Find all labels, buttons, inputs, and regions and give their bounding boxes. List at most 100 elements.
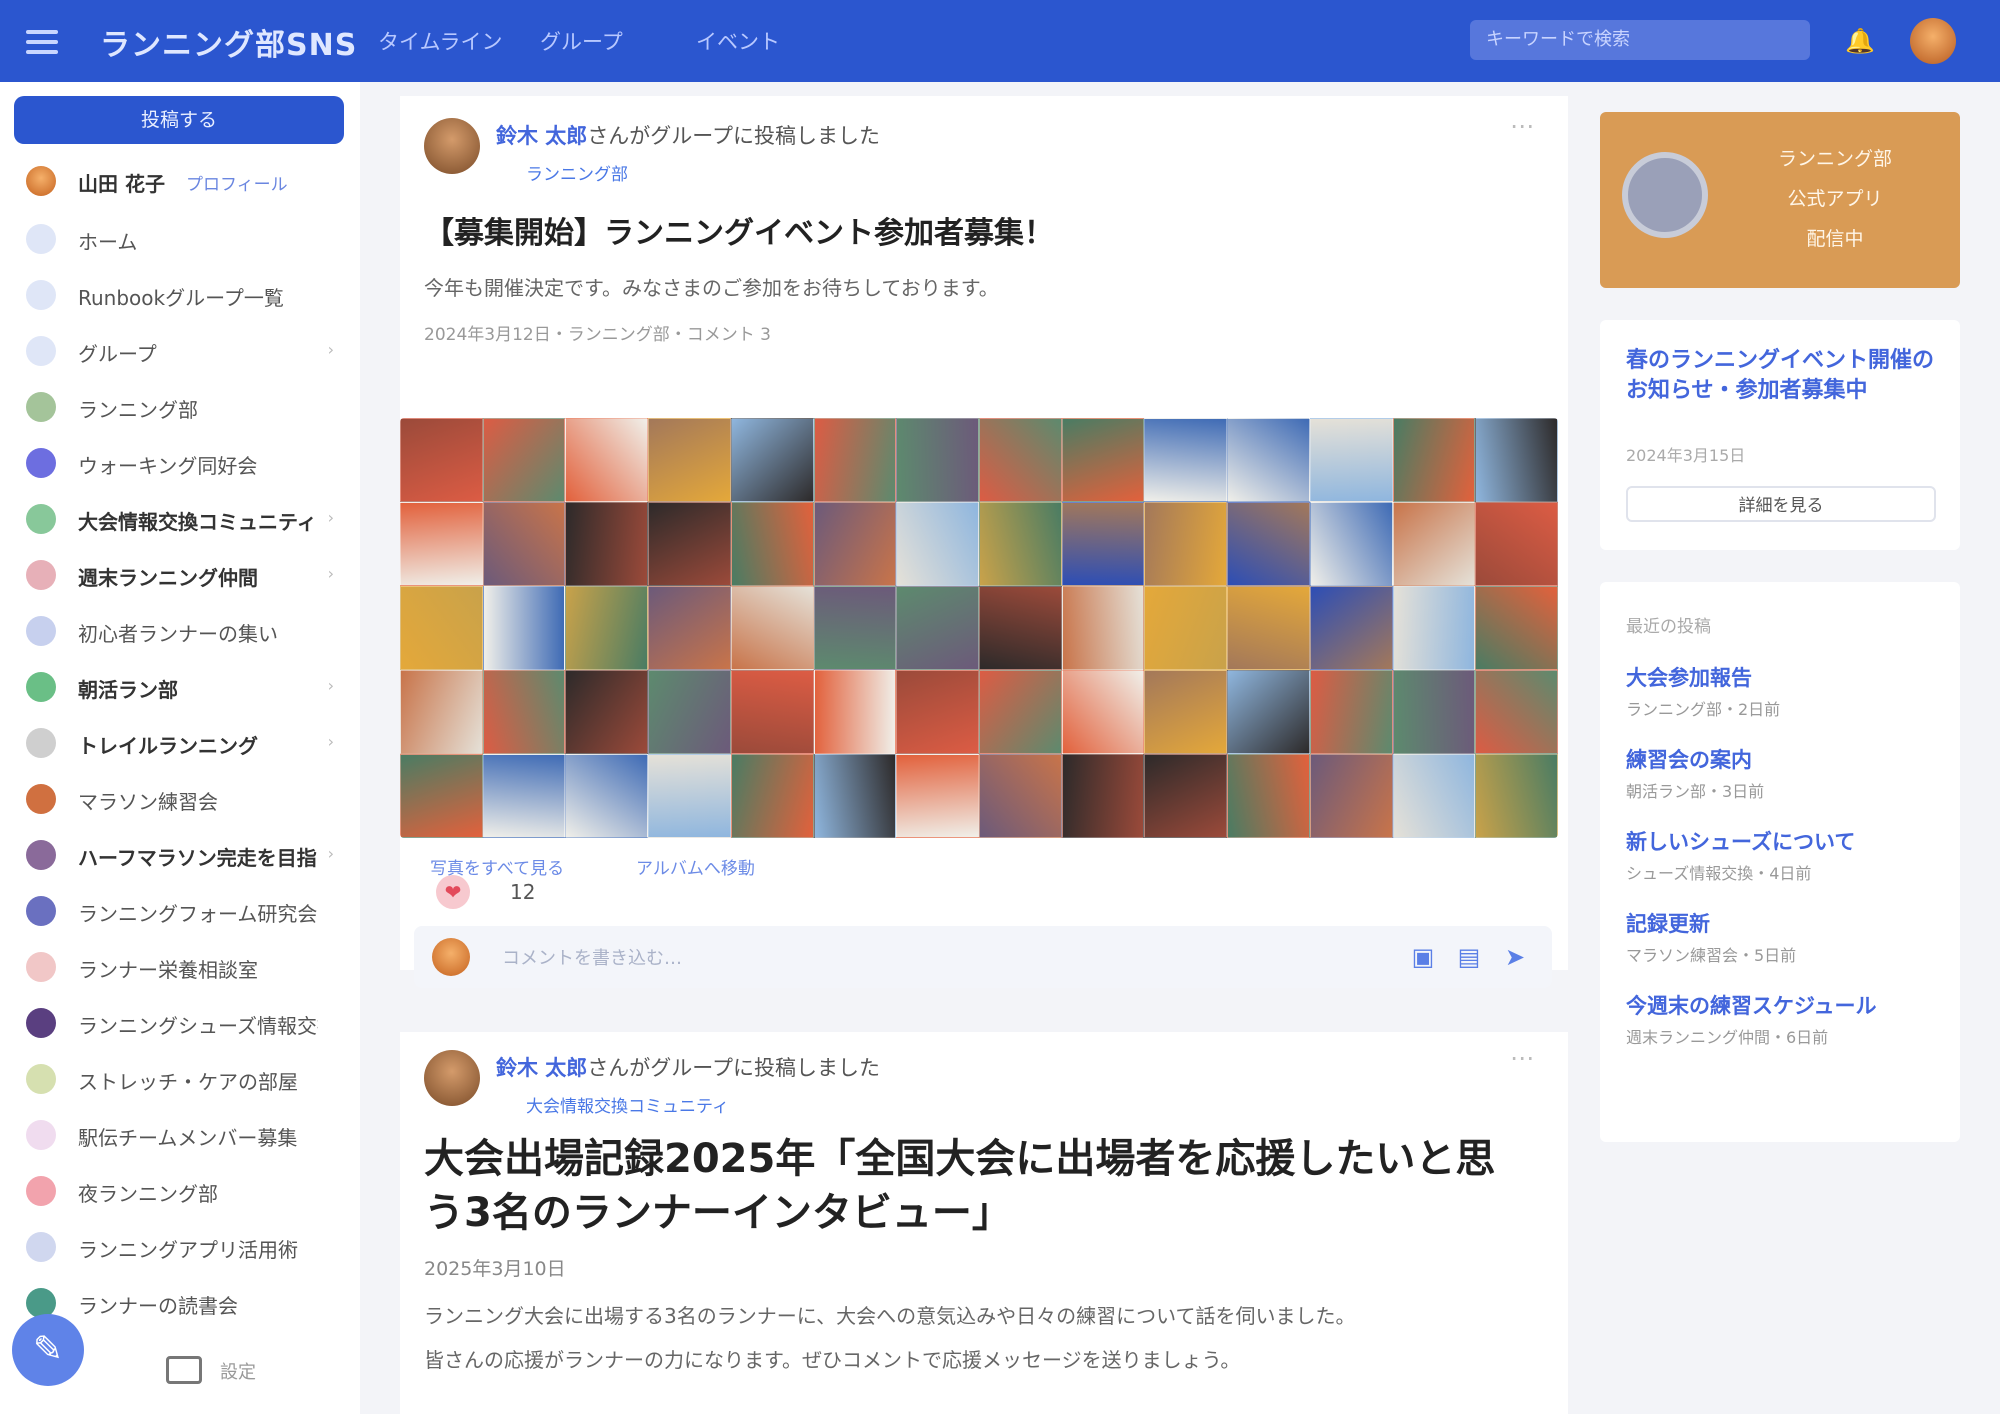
photo-collage[interactable] (400, 418, 1558, 838)
more-options-icon[interactable]: ⋯ (1510, 112, 1534, 140)
photo-thumbnail[interactable] (1061, 502, 1145, 586)
comment-input[interactable]: コメントを書き込む… (502, 944, 682, 970)
photo-thumbnail[interactable] (400, 586, 483, 670)
photo-thumbnail[interactable] (730, 502, 814, 586)
post-button[interactable]: 投稿する (14, 96, 344, 144)
sidebar-item[interactable]: ランニングフォーム研究会 (26, 888, 346, 932)
photo-thumbnail[interactable] (1227, 586, 1310, 670)
photo-thumbnail[interactable] (565, 754, 649, 838)
sidebar-item[interactable]: ランナー栄養相談室 (26, 944, 346, 988)
featured-title[interactable]: 春のランニングイベント開催のお知らせ・参加者募集中 (1626, 346, 1936, 406)
photo-thumbnail[interactable] (1475, 586, 1558, 670)
photo-thumbnail[interactable] (648, 670, 731, 754)
photo-thumbnail[interactable] (896, 670, 979, 754)
photo-thumbnail[interactable] (1309, 670, 1393, 754)
photo-thumbnail[interactable] (1309, 754, 1393, 838)
photo-thumbnail[interactable] (1392, 670, 1476, 754)
hamburger-menu-icon[interactable] (22, 24, 62, 58)
sidebar-item[interactable]: トレイルランニング › (26, 720, 346, 764)
user-avatar[interactable] (1910, 18, 1956, 64)
photo-thumbnail[interactable] (979, 418, 1062, 502)
sidebar-item[interactable]: ランナーの読書会 (26, 1280, 346, 1324)
sidebar-item[interactable]: Runbookグループ一覧 (26, 272, 346, 316)
photo-thumbnail[interactable] (565, 418, 649, 502)
sidebar-item[interactable]: 夜ランニング部 (26, 1168, 346, 1212)
recent-post-title[interactable]: 新しいシューズについて (1626, 826, 1855, 856)
photo-thumbnail[interactable] (1309, 586, 1393, 670)
sidebar-item[interactable]: ストレッチ・ケアの部屋 (26, 1056, 346, 1100)
recent-post-title[interactable]: 記録更新 (1626, 908, 1710, 938)
settings-link[interactable]: 設定 (220, 1358, 256, 1384)
sidebar-item[interactable]: マラソン練習会 (26, 776, 346, 820)
photo-thumbnail[interactable] (1144, 502, 1228, 586)
compose-fab[interactable]: ✎ (12, 1314, 84, 1386)
photo-thumbnail[interactable] (896, 502, 979, 586)
sidebar-item[interactable]: グループ › (26, 328, 346, 372)
post-title[interactable]: 大会出場記録2025年「全国大会に出場者を応援したいと思う3名のランナーインタビ… (424, 1132, 1534, 1240)
photo-thumbnail[interactable] (565, 670, 649, 754)
nav-groups[interactable]: グループ (540, 26, 623, 56)
post-author[interactable]: 鈴木 太郎 (496, 1056, 587, 1080)
bell-icon[interactable]: 🔔 (1845, 26, 1875, 56)
search-input[interactable]: キーワードで検索 (1470, 20, 1810, 60)
sidebar-profile[interactable]: 山田 花子 プロフィール (26, 158, 346, 202)
photo-thumbnail[interactable] (896, 586, 979, 670)
image-icon[interactable]: ▣ (1408, 942, 1438, 972)
photo-thumbnail[interactable] (400, 502, 483, 586)
sidebar-item[interactable]: ホーム (26, 216, 346, 260)
photo-thumbnail[interactable] (400, 754, 483, 838)
post-author[interactable]: 鈴木 太郎 (496, 124, 587, 148)
photo-thumbnail[interactable] (565, 502, 649, 586)
photo-thumbnail[interactable] (482, 754, 566, 838)
photo-thumbnail[interactable] (896, 754, 979, 838)
photo-thumbnail[interactable] (813, 418, 897, 502)
sidebar-item[interactable]: 駅伝チームメンバー募集 (26, 1112, 346, 1156)
photo-thumbnail[interactable] (1475, 502, 1558, 586)
post-author-avatar[interactable] (424, 118, 480, 174)
photo-thumbnail[interactable] (730, 670, 814, 754)
sidebar-item[interactable]: ランニングアプリ活用術 (26, 1224, 346, 1268)
nav-events[interactable]: イベント (696, 26, 780, 56)
photo-thumbnail[interactable] (1392, 502, 1476, 586)
post-author-avatar[interactable] (424, 1050, 480, 1106)
photo-thumbnail[interactable] (979, 586, 1062, 670)
photo-thumbnail[interactable] (1061, 754, 1145, 838)
sidebar-item[interactable]: ハーフマラソン完走を目指す会 › (26, 832, 346, 876)
photo-thumbnail[interactable] (648, 418, 731, 502)
sidebar-item[interactable]: 初心者ランナーの集い (26, 608, 346, 652)
attach-icon[interactable]: ▤ (1454, 942, 1484, 972)
photo-thumbnail[interactable] (1144, 586, 1228, 670)
photo-thumbnail[interactable] (979, 502, 1062, 586)
photo-thumbnail[interactable] (896, 418, 979, 502)
sidebar-item[interactable]: 朝活ラン部 › (26, 664, 346, 708)
profile-link[interactable]: プロフィール (186, 170, 288, 195)
send-icon[interactable]: ➤ (1500, 942, 1530, 972)
nav-timeline[interactable]: タイムライン (378, 26, 503, 56)
photo-thumbnail[interactable] (1061, 670, 1145, 754)
photo-thumbnail[interactable] (400, 670, 483, 754)
photo-thumbnail[interactable] (1144, 670, 1228, 754)
sidebar-item[interactable]: 週末ランニング仲間 › (26, 552, 346, 596)
photo-thumbnail[interactable] (400, 418, 483, 502)
sidebar-item[interactable]: ランニングシューズ情報交換 (26, 1000, 346, 1044)
more-options-icon[interactable]: ⋯ (1510, 1044, 1534, 1072)
photo-thumbnail[interactable] (1227, 418, 1310, 502)
photo-thumbnail[interactable] (1061, 586, 1145, 670)
recent-post-title[interactable]: 練習会の案内 (1626, 744, 1752, 774)
photo-thumbnail[interactable] (482, 586, 566, 670)
photo-thumbnail[interactable] (813, 754, 897, 838)
photo-thumbnail[interactable] (1475, 754, 1558, 838)
photo-thumbnail[interactable] (1475, 670, 1558, 754)
comment-box[interactable]: コメントを書き込む… ▣ ▤ ➤ (414, 926, 1552, 988)
site-logo[interactable]: ランニング部SNS (100, 20, 357, 64)
photo-thumbnail[interactable] (1144, 754, 1228, 838)
photo-thumbnail[interactable] (1392, 754, 1476, 838)
photo-thumbnail[interactable] (1309, 502, 1393, 586)
photo-thumbnail[interactable] (648, 502, 731, 586)
promo-banner[interactable]: ランニング部 公式アプリ 配信中 (1600, 112, 1960, 288)
post-group[interactable]: ランニング部 (526, 160, 628, 185)
photo-thumbnail[interactable] (979, 670, 1062, 754)
post-group[interactable]: 大会情報交換コミュニティ (526, 1092, 729, 1117)
photo-thumbnail[interactable] (1392, 586, 1476, 670)
photo-thumbnail[interactable] (1227, 502, 1310, 586)
